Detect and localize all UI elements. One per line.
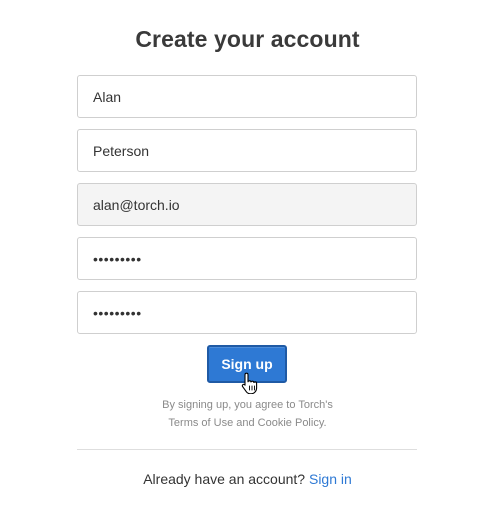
legal-line-2: Terms of Use and Cookie Policy. bbox=[168, 417, 327, 429]
email-field[interactable] bbox=[77, 183, 417, 226]
signin-prompt: Already have an account? Sign in bbox=[0, 471, 495, 487]
legal-notice: By signing up, you agree to Torch's Term… bbox=[0, 396, 495, 432]
signin-prompt-text: Already have an account? bbox=[143, 471, 306, 487]
password-field[interactable] bbox=[77, 237, 417, 280]
first-name-field[interactable] bbox=[77, 75, 417, 118]
pointer-hand-icon bbox=[241, 372, 258, 394]
last-name-field[interactable] bbox=[77, 129, 417, 172]
legal-line-1: By signing up, you agree to Torch's bbox=[162, 399, 333, 411]
sign-in-link[interactable]: Sign in bbox=[309, 471, 352, 487]
confirm-password-field[interactable] bbox=[77, 291, 417, 334]
divider bbox=[77, 449, 417, 450]
page-title: Create your account bbox=[135, 26, 360, 52]
